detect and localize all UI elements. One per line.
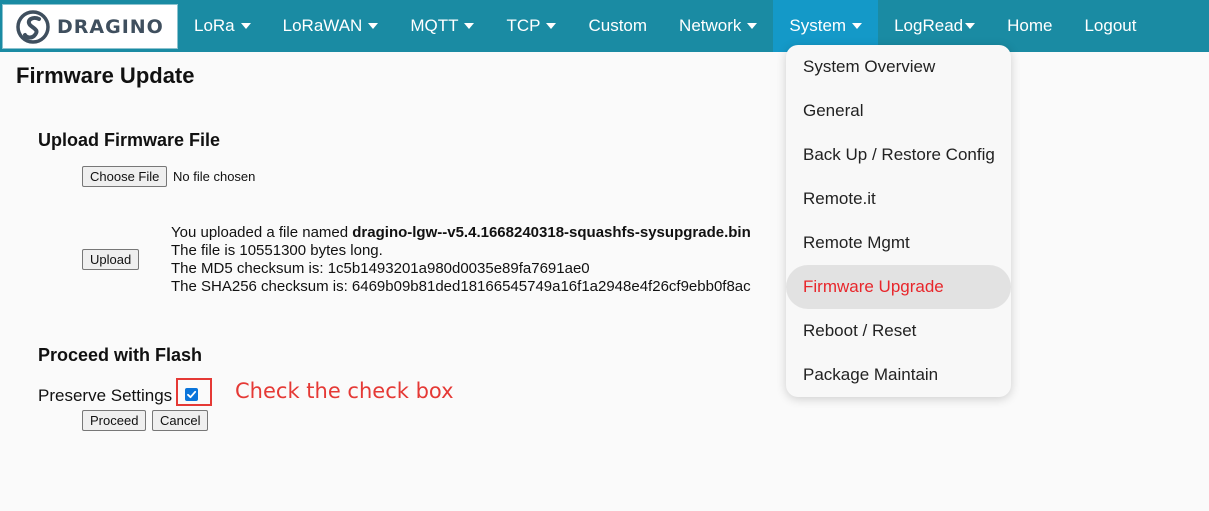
annotation-highlight-box [176, 378, 212, 406]
no-file-chosen-text: No file chosen [173, 169, 256, 184]
caret-down-icon [546, 23, 557, 29]
nav-custom-label: Custom [588, 16, 648, 35]
nav-logout-label: Logout [1084, 16, 1137, 35]
nav-mqtt-label: MQTT [410, 16, 459, 35]
nav-logread-label: LogRead [894, 16, 964, 35]
menu-item-remote-it[interactable]: Remote.it [786, 177, 1011, 221]
nav-lorawan-label: LoRaWAN [282, 16, 363, 35]
md5-line: The MD5 checksum is: 1c5b1493201a980d003… [171, 260, 590, 277]
upload-section-title: Upload Firmware File [38, 130, 221, 150]
menu-item-reboot-reset[interactable]: Reboot / Reset [786, 309, 1011, 353]
menu-item-system-overview[interactable]: System Overview [786, 45, 1011, 89]
nav-network-label: Network [679, 16, 742, 35]
caret-down-icon [852, 23, 863, 29]
dragino-logo-icon [16, 9, 50, 44]
nav-home-label: Home [1007, 16, 1053, 35]
dragino-logo[interactable]: DRAGINO [2, 4, 178, 49]
caret-down-icon [965, 23, 976, 29]
nav-mqtt[interactable]: MQTT [394, 0, 490, 52]
sha256-line: The SHA256 checksum is: 6469b09b81ded181… [171, 278, 751, 295]
menu-item-package-maintain[interactable]: Package Maintain [786, 353, 1011, 397]
nav-custom[interactable]: Custom [572, 0, 663, 52]
nav-network[interactable]: Network [663, 0, 773, 52]
nav-tcp-label: TCP [506, 16, 541, 35]
uploaded-filename: dragino-lgw--v5.4.1668240318-squashfs-sy… [352, 224, 751, 241]
uploaded-file-line: You uploaded a file named dragino-lgw--v… [171, 224, 786, 242]
cancel-button[interactable]: Cancel [152, 410, 209, 431]
proceed-button[interactable]: Proceed [82, 410, 147, 431]
nav-lorawan[interactable]: LoRaWAN [267, 0, 395, 52]
page-title: Firmware Update [16, 63, 195, 88]
upload-result-info: You uploaded a file named dragino-lgw--v… [171, 224, 786, 296]
caret-down-icon [240, 23, 251, 29]
nav-lora[interactable]: LoRa [178, 0, 267, 52]
system-dropdown-menu: System Overview General Back Up / Restor… [786, 45, 1011, 397]
nav-logout[interactable]: Logout [1068, 0, 1152, 52]
caret-down-icon [368, 23, 379, 29]
menu-item-firmware-upgrade[interactable]: Firmware Upgrade [786, 265, 1011, 309]
choose-file-button[interactable]: Choose File [82, 166, 168, 187]
caret-down-icon [464, 23, 475, 29]
flash-section-title: Proceed with Flash [38, 345, 203, 365]
nav-lora-label: LoRa [194, 16, 235, 35]
preserve-settings-label: Preserve Settings [38, 386, 173, 405]
upload-button[interactable]: Upload [82, 249, 140, 270]
uploaded-prefix: You uploaded a file named [171, 224, 353, 241]
menu-item-remote-mgmt[interactable]: Remote Mgmt [786, 221, 1011, 265]
file-size-line: The file is 10551300 bytes long. [171, 242, 383, 259]
annotation-text: Check the check box [235, 379, 454, 403]
nav-tcp[interactable]: TCP [490, 0, 572, 52]
menu-item-general[interactable]: General [786, 89, 1011, 133]
nav-system-label: System [789, 16, 847, 35]
caret-down-icon [747, 23, 758, 29]
logo-text: DRAGINO [57, 15, 164, 38]
top-navbar: DRAGINO LoRa LoRaWAN MQTT TCP Custom Net… [0, 0, 1209, 52]
menu-item-backup-restore[interactable]: Back Up / Restore Config [786, 133, 1011, 177]
